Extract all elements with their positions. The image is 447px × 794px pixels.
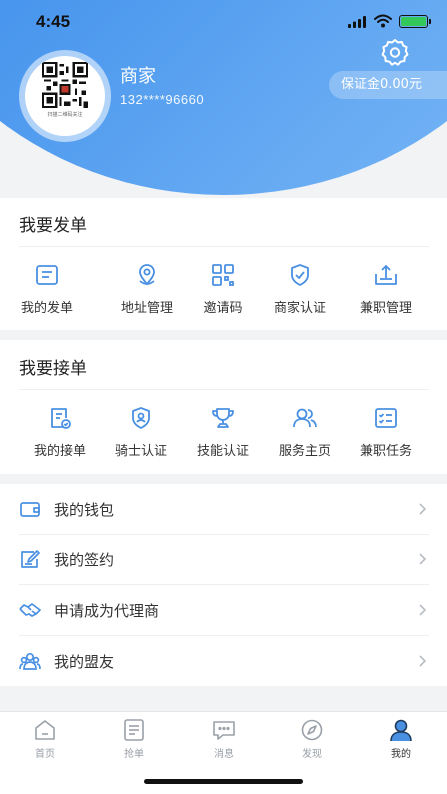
- menu-item-wallet[interactable]: 我的钱包: [0, 484, 447, 534]
- grid-label: 服务主页: [278, 444, 331, 459]
- tab-home[interactable]: 首页: [15, 718, 75, 764]
- deposit-badge[interactable]: 保证金0.00元: [329, 71, 447, 99]
- message-icon: [213, 721, 235, 740]
- grid-item-parttime-tasks[interactable]: 兼职任务: [345, 405, 427, 465]
- user-name: 商家: [120, 66, 156, 87]
- chevron-right-icon: [419, 655, 427, 667]
- trophy-icon: [212, 408, 234, 428]
- qr-code-icon: [212, 264, 234, 286]
- menu-label: 申请成为代理商: [54, 602, 160, 620]
- tab-messages[interactable]: 消息: [194, 718, 254, 764]
- grab-order-icon: [124, 719, 144, 741]
- grid-label: 邀请码: [203, 301, 243, 316]
- grid-item-invite-code[interactable]: 邀请码: [182, 262, 264, 322]
- settings-gear-icon[interactable]: [380, 37, 410, 67]
- home-icon: [35, 720, 55, 740]
- section-divider: [19, 246, 429, 247]
- grid-label: 骑士认证: [114, 444, 167, 459]
- accept-section-title: 我要接单: [19, 359, 87, 379]
- grid-item-my-accepted[interactable]: 我的接单: [19, 405, 101, 465]
- avatar[interactable]: 扫描二维码关注: [25, 56, 105, 136]
- home-indicator: [144, 779, 303, 784]
- grid-label: 我的接单: [33, 444, 86, 459]
- sign-edit-icon: [21, 550, 40, 568]
- menu-label: 我的签约: [54, 551, 115, 569]
- tab-mine[interactable]: 我的: [371, 718, 431, 764]
- post-section-title: 我要发单: [19, 216, 87, 236]
- menu-label: 我的盟友: [54, 653, 115, 671]
- post-orders-card: 我要发单 我的发单 地址管理 邀请码 商家认证 兼职管理: [0, 198, 447, 330]
- tab-grab-orders[interactable]: 抢单: [104, 718, 164, 764]
- compass-icon: [301, 719, 323, 741]
- qr-code-image: [42, 62, 88, 108]
- menu-item-contract[interactable]: 我的签约: [0, 534, 447, 584]
- tab-label: 发现: [302, 749, 322, 760]
- upload-tray-icon: [375, 265, 397, 285]
- profile-icon: [390, 719, 412, 742]
- grid-item-parttime-management[interactable]: 兼职管理: [345, 262, 427, 322]
- grid-item-service-homepage[interactable]: 服务主页: [264, 405, 346, 465]
- avatar-caption: 扫描二维码关注: [47, 112, 83, 118]
- grid-item-address-management[interactable]: 地址管理: [106, 262, 188, 322]
- wifi-icon: [374, 14, 392, 28]
- chevron-right-icon: [419, 553, 427, 565]
- tab-label: 消息: [214, 749, 234, 760]
- chevron-right-icon: [419, 604, 427, 616]
- users-icon: [293, 408, 317, 428]
- checklist-icon: [375, 408, 397, 428]
- allies-icon: [19, 652, 41, 670]
- cellular-signal-icon: [348, 16, 366, 28]
- accept-orders-card: 我要接单 我的接单 骑士认证 技能认证 服务主页 兼职任务: [0, 340, 447, 474]
- grid-item-rider-verification[interactable]: 骑士认证: [100, 405, 182, 465]
- grid-label: 技能认证: [196, 444, 249, 459]
- user-phone: 132****96660: [120, 92, 205, 107]
- tab-discover[interactable]: 发现: [282, 718, 342, 764]
- document-check-icon: [51, 408, 71, 429]
- menu-label: 我的钱包: [54, 501, 115, 519]
- grid-label: 商家认证: [273, 301, 326, 316]
- menu-item-allies[interactable]: 我的盟友: [0, 636, 447, 686]
- location-icon: [139, 264, 155, 286]
- chevron-right-icon: [419, 503, 427, 515]
- status-time: 4:45: [36, 12, 71, 31]
- tab-label: 抢单: [124, 749, 144, 760]
- grid-item-merchant-verification[interactable]: 商家认证: [259, 262, 341, 322]
- order-list-icon: [36, 265, 58, 285]
- grid-label: 兼职任务: [359, 444, 412, 459]
- grid-item-my-posts[interactable]: 我的发单: [6, 262, 88, 322]
- battery-icon: [399, 15, 428, 28]
- menu-item-become-agent[interactable]: 申请成为代理商: [0, 585, 447, 635]
- tab-label: 首页: [35, 749, 55, 760]
- grid-label: 地址管理: [120, 301, 173, 316]
- grid-label: 我的发单: [20, 301, 73, 316]
- battery-cap: [429, 19, 431, 24]
- grid-item-skill-verification[interactable]: 技能认证: [182, 405, 264, 465]
- tab-label: 我的: [391, 749, 411, 760]
- shield-check-icon: [291, 264, 309, 286]
- section-divider: [19, 389, 429, 390]
- handshake-icon: [19, 603, 41, 617]
- menu-list: 我的钱包 我的签约 申请成为代理商 我的盟友: [0, 484, 447, 686]
- grid-label: 兼职管理: [359, 301, 412, 316]
- wallet-icon: [20, 502, 40, 517]
- rider-shield-icon: [132, 407, 150, 429]
